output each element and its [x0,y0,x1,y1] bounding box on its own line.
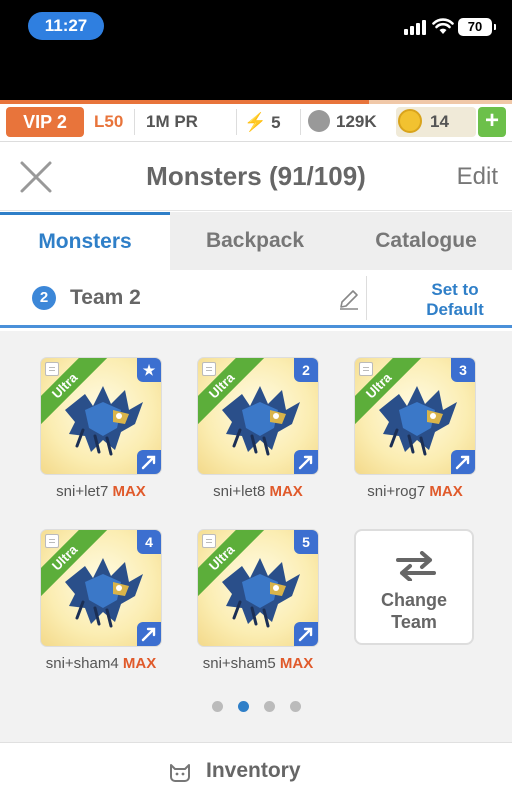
bottom-bar: Inventory [0,742,512,800]
status-bar: 11:27 70 [0,0,512,100]
set-to-default-button[interactable]: Set to Default [400,280,510,320]
power-rating: 1M PR [146,112,198,131]
team-slot-badge: 2 [294,358,318,382]
monster-name: sni+sham5 [202,655,276,672]
edit-button[interactable]: Edit [457,163,498,191]
page-dot[interactable] [290,701,301,712]
monster-label: sni+rog7 MAX [345,483,485,500]
flying-element-icon [294,622,318,646]
add-gold-button[interactable]: + [478,107,506,137]
monster-level: MAX [122,655,157,672]
monster-name: sni+let8 [213,483,266,500]
details-doc-icon[interactable] [359,362,373,376]
monster-label: sni+let8 MAX [188,483,328,500]
paw-icon [308,109,330,132]
vip-badge[interactable]: VIP 2 [6,107,84,137]
details-doc-icon[interactable] [45,362,59,376]
team-slot-badge: 5 [294,530,318,554]
flying-element-icon [137,622,161,646]
monster-name: sni+let7 [56,483,109,500]
team-name[interactable]: Team 2 [70,286,141,310]
team-selector: 2 Team 2 Set to Default [0,270,512,328]
clock: 11:27 [28,12,104,40]
change-team-line1: Change [380,590,447,610]
gold-value: 14 [430,112,449,131]
monster-grid: Change Team Ultra ★ sni+let7 MAX Ultra 2… [0,331,512,742]
gold-counter[interactable]: 14 [396,107,476,137]
change-team-button[interactable]: Change Team [354,529,474,645]
team-slot-badge: 3 [451,358,475,382]
tab-monsters[interactable]: Monsters [0,212,170,270]
food-counter[interactable]: 129K [308,107,377,137]
food-value: 129K [336,112,377,131]
energy-counter[interactable]: ⚡ 5 [244,107,281,137]
inventory-button[interactable]: Inventory [206,759,301,783]
team-number-badge: 2 [32,286,56,310]
monster-card[interactable]: Ultra ★ [40,357,162,475]
tab-catalogue[interactable]: Catalogue [340,212,512,270]
team-slot-badge: ★ [137,358,161,382]
change-team-line2: Team [391,612,437,632]
details-doc-icon[interactable] [202,534,216,548]
set-default-line2: Default [426,300,484,319]
gold-coin-icon [398,108,422,133]
details-doc-icon[interactable] [45,534,59,548]
lightning-bolt-icon: ⚡ [244,112,267,132]
monster-level: MAX [112,483,146,500]
monster-name: sni+rog7 [367,483,426,500]
flying-element-icon [451,450,475,474]
wifi-icon [432,18,454,34]
flying-element-icon [294,450,318,474]
monster-label: sni+let7 MAX [31,483,171,500]
pencil-icon[interactable] [338,288,360,310]
monster-card[interactable]: Ultra 2 [197,357,319,475]
player-level: L50 [94,112,124,131]
details-doc-icon[interactable] [202,362,216,376]
team-slot-badge: 4 [137,530,161,554]
energy-value: 5 [271,113,281,132]
page-dot[interactable] [212,701,223,712]
monster-level: MAX [429,483,463,500]
divider [134,109,135,135]
monster-card[interactable]: Ultra 5 [197,529,319,647]
set-default-line1: Set to [431,280,479,299]
divider [300,109,301,135]
page-header: Monsters (91/109) Edit [0,143,512,211]
page-dot[interactable] [238,701,249,712]
monster-level: MAX [269,483,303,500]
page-dot[interactable] [264,701,275,712]
monster-card[interactable]: Ultra 3 [354,357,476,475]
divider [236,109,237,135]
divider [366,276,367,320]
battery-indicator: 70 [458,18,496,36]
swap-arrows-icon [396,551,436,581]
cellular-signal-icon [404,19,430,35]
change-team-label: Change Team [356,589,472,633]
tab-backpack[interactable]: Backpack [170,212,340,270]
page-title: Monsters (91/109) [146,161,366,191]
flying-element-icon [137,450,161,474]
monster-card[interactable]: Ultra 4 [40,529,162,647]
tab-bar: Monsters Backpack Catalogue [0,212,512,270]
inventory-cat-icon [170,764,190,782]
monster-level: MAX [279,655,314,672]
monster-name: sni+sham4 [45,655,119,672]
monster-label: sni+sham5 MAX [188,655,328,672]
monster-label: sni+sham4 MAX [31,655,171,672]
resource-bar: VIP 2 L50 1M PR ⚡ 5 129K 14 + [0,100,512,142]
xp-progress-fill [0,100,369,104]
